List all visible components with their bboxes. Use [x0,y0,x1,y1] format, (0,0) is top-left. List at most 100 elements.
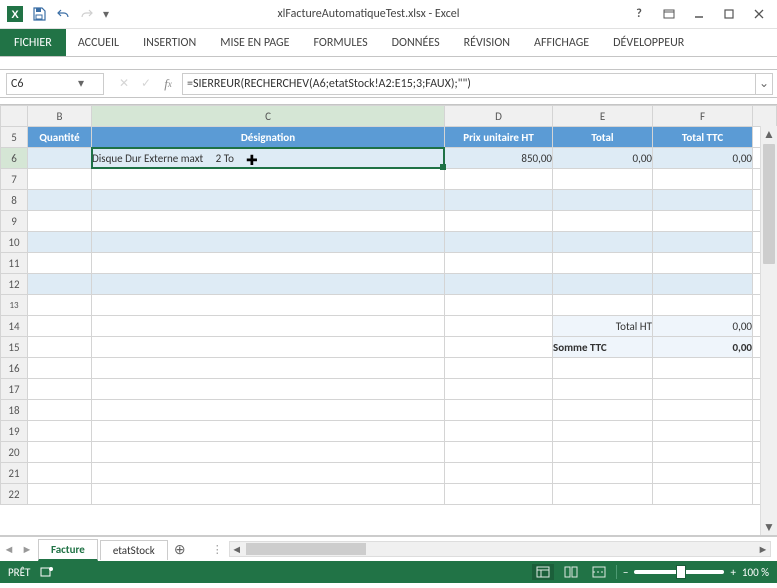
vertical-scrollbar[interactable]: ▲ ▼ [760,126,777,535]
value-somme-ttc[interactable]: 0,00 [653,337,753,358]
sheet-tab-facture[interactable]: Facture [38,539,98,561]
tab-donnees[interactable]: DONNÉES [380,29,452,56]
col-header-f[interactable]: F [653,106,753,127]
row-header-11[interactable]: 11 [1,253,28,274]
cell-f7[interactable] [653,169,753,190]
tab-nav-next-icon[interactable]: ► [18,543,36,556]
zoom-in-icon[interactable]: + [730,566,735,579]
header-quantite[interactable]: Quantité [28,127,92,148]
zoom-out-icon[interactable]: − [623,566,628,579]
cell-e11[interactable] [553,253,653,274]
cell-d11[interactable] [445,253,553,274]
cell-f8[interactable] [653,190,753,211]
insert-function-icon[interactable]: fx [158,74,178,94]
maximize-icon[interactable] [715,3,743,25]
new-sheet-icon[interactable]: ⊕ [168,541,192,558]
file-tab[interactable]: FICHIER [0,29,66,56]
scroll-right-icon[interactable]: ► [756,542,770,556]
zoom-level[interactable]: 100 % [742,566,769,579]
tab-revision[interactable]: RÉVISION [452,29,522,56]
cell-f6[interactable]: 0,00 [653,148,753,169]
cell-d9[interactable] [445,211,553,232]
cell-e6[interactable]: 0,00 [553,148,653,169]
macro-record-icon[interactable] [40,565,54,579]
tab-affichage[interactable]: AFFICHAGE [522,29,601,56]
minimize-icon[interactable] [685,3,713,25]
value-total-ht[interactable]: 0,00 [653,316,753,337]
row-header-20[interactable]: 20 [1,442,28,463]
cell-d6[interactable]: 850,00 [445,148,553,169]
cell-f9[interactable] [653,211,753,232]
tab-accueil[interactable]: ACCUEIL [66,29,131,56]
cell-b6[interactable] [28,148,92,169]
cell-c11[interactable] [92,253,445,274]
row-header-15[interactable]: 15 [1,337,28,358]
row-header-9[interactable]: 9 [1,211,28,232]
row-header-21[interactable]: 21 [1,463,28,484]
row-header-5[interactable]: 5 [1,127,28,148]
tab-insertion[interactable]: INSERTION [131,29,208,56]
row-header-13[interactable]: 13 [1,295,28,316]
zoom-slider-knob[interactable] [676,565,686,579]
redo-icon[interactable] [76,3,98,25]
cell-e9[interactable] [553,211,653,232]
name-box-dropdown-icon[interactable]: ▾ [55,76,103,91]
vscroll-thumb[interactable] [763,144,775,264]
cancel-formula-icon[interactable]: ✕ [114,74,134,94]
zoom-slider[interactable] [634,570,724,574]
cell-b10[interactable] [28,232,92,253]
cell-b7[interactable] [28,169,92,190]
excel-icon[interactable]: X [4,3,26,25]
tab-nav-prev-icon[interactable]: ◄ [0,543,18,556]
cell-c8[interactable] [92,190,445,211]
spreadsheet-area[interactable]: B C D E F 5 Quantité Désignation Prix un… [0,105,777,536]
cell-f11[interactable] [653,253,753,274]
header-total-ttc[interactable]: Total TTC [653,127,753,148]
hscroll-thumb[interactable] [246,543,366,555]
tab-formules[interactable]: FORMULES [302,29,380,56]
cell-d8[interactable] [445,190,553,211]
row-header-19[interactable]: 19 [1,421,28,442]
col-header-e[interactable]: E [553,106,653,127]
col-header-d[interactable]: D [445,106,553,127]
name-box[interactable]: C6 ▾ [6,73,104,95]
grid[interactable]: B C D E F 5 Quantité Désignation Prix un… [0,105,777,505]
cell-d12[interactable] [445,274,553,295]
col-header-b[interactable]: B [28,106,92,127]
cell-e7[interactable] [553,169,653,190]
cell-b8[interactable] [28,190,92,211]
cell-c7[interactable] [92,169,445,190]
row-header-22[interactable]: 22 [1,484,28,505]
cell-b9[interactable] [28,211,92,232]
cell-c10[interactable] [92,232,445,253]
row-header-16[interactable]: 16 [1,358,28,379]
row-header-6[interactable]: 6 [1,148,28,169]
save-icon[interactable] [28,3,50,25]
scroll-down-icon[interactable]: ▼ [761,519,777,535]
cell-f12[interactable] [653,274,753,295]
cell-e8[interactable] [553,190,653,211]
ribbon-display-icon[interactable] [655,3,683,25]
cell-c6[interactable]: Disque Dur Externe maxt 2 To [92,148,445,169]
row-header-8[interactable]: 8 [1,190,28,211]
cell-b11[interactable] [28,253,92,274]
close-icon[interactable] [745,3,773,25]
cell-c9[interactable] [92,211,445,232]
horizontal-scrollbar[interactable]: ◄ ► [229,541,771,557]
header-prix-unitaire[interactable]: Prix unitaire HT [445,127,553,148]
tab-developpeur[interactable]: DÉVELOPPEUR [601,29,696,56]
sheet-tab-etatstock[interactable]: etatStock [100,540,168,560]
undo-icon[interactable] [52,3,74,25]
row-header-10[interactable]: 10 [1,232,28,253]
cell-e12[interactable] [553,274,653,295]
scroll-up-icon[interactable]: ▲ [761,126,777,142]
label-total-ht[interactable]: Total HT [553,316,653,337]
cell-d10[interactable] [445,232,553,253]
col-header-c[interactable]: C [92,106,445,127]
cell-f10[interactable] [653,232,753,253]
cell-e10[interactable] [553,232,653,253]
row-header-18[interactable]: 18 [1,400,28,421]
tab-mise-en-page[interactable]: MISE EN PAGE [208,29,301,56]
row-header-14[interactable]: 14 [1,316,28,337]
expand-formula-bar-icon[interactable]: ⌄ [755,73,773,95]
